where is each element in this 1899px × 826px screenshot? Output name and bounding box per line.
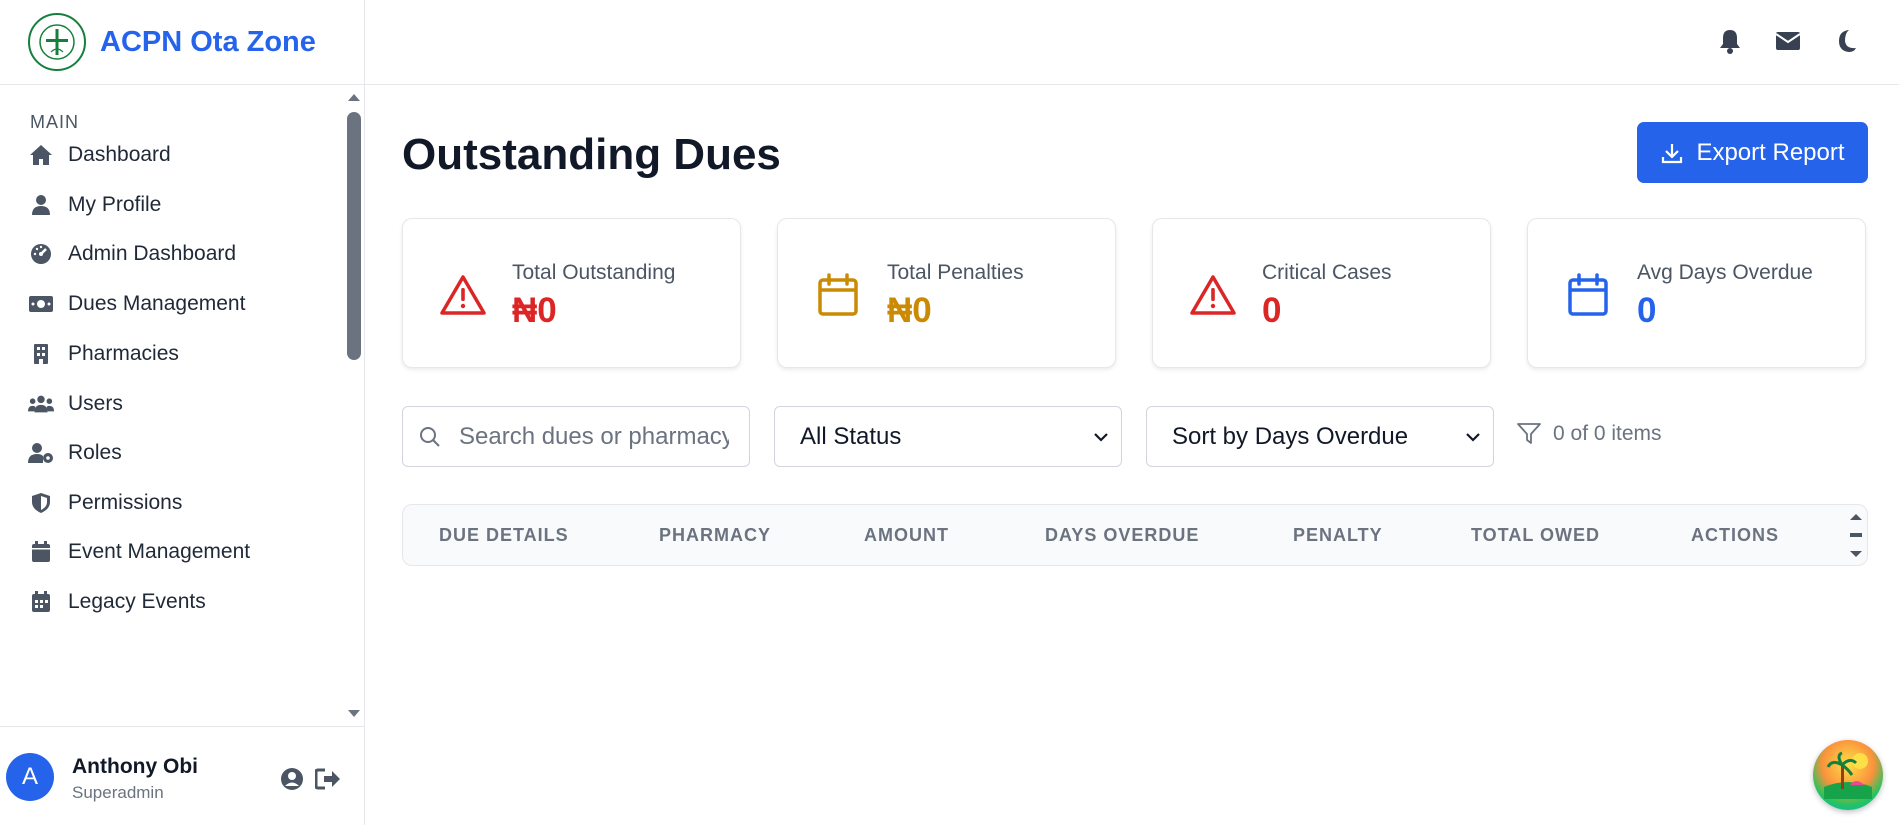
table-scrollbar[interactable] — [1846, 511, 1866, 561]
beach-widget-icon[interactable] — [1813, 740, 1883, 810]
gauge-icon — [28, 241, 54, 267]
sidebar-item-label: Dashboard — [68, 143, 171, 166]
money-bill-icon — [28, 291, 54, 317]
warning-icon — [439, 271, 487, 319]
sidebar-scroll-thumb[interactable] — [347, 112, 361, 360]
stat-label: Total Penalties — [887, 261, 1024, 284]
stat-card-avg-days-overdue: Avg Days Overdue 0 — [1527, 218, 1866, 368]
sidebar-item-label: Users — [68, 392, 123, 415]
sidebar-item-label: Permissions — [68, 491, 183, 514]
calendar-days-icon — [28, 589, 54, 615]
sidebar-item-label: Pharmacies — [68, 342, 179, 365]
sidebar: ACPN Ota Zone MAIN Dashboard My Profile … — [0, 0, 365, 825]
sidebar-item-roles[interactable]: Roles — [28, 433, 122, 473]
brand-name[interactable]: ACPN Ota Zone — [100, 26, 316, 59]
sidebar-nav: MAIN Dashboard My Profile Admin Dashboar… — [0, 86, 345, 726]
page-title: Outstanding Dues — [402, 130, 781, 179]
nav-section-label: MAIN — [30, 112, 79, 132]
user-icon — [28, 192, 54, 218]
stat-card-total-penalties: Total Penalties ₦0 — [777, 218, 1116, 368]
sort-value: Sort by Days Overdue — [1172, 422, 1409, 450]
column-header[interactable]: TOTAL OWED — [1471, 525, 1600, 546]
sidebar-item-label: Dues Management — [68, 292, 246, 315]
sidebar-item-dues-management[interactable]: Dues Management — [28, 284, 245, 324]
user-name: Anthony Obi — [72, 755, 198, 778]
calendar-icon — [1564, 271, 1612, 319]
stat-card-total-outstanding: Total Outstanding ₦0 — [402, 218, 741, 368]
stat-label: Avg Days Overdue — [1637, 261, 1813, 284]
stat-card-critical-cases: Critical Cases 0 — [1152, 218, 1491, 368]
sidebar-item-label: Legacy Events — [68, 590, 206, 613]
profile-circle-icon[interactable] — [278, 765, 306, 793]
search-box — [402, 406, 750, 467]
status-filter-value: All Status — [800, 422, 902, 450]
column-header[interactable]: PHARMACY — [659, 525, 771, 546]
avatar[interactable]: A — [6, 753, 54, 801]
shield-icon — [28, 490, 54, 516]
stat-value: ₦0 — [512, 291, 557, 330]
building-icon — [28, 341, 54, 367]
sidebar-item-admin-dashboard[interactable]: Admin Dashboard — [28, 234, 236, 274]
item-count: 0 of 0 items — [1517, 422, 1662, 446]
dues-table-header: DUE DETAILS PHARMACY AMOUNT DAYS OVERDUE… — [402, 504, 1868, 566]
search-input[interactable] — [457, 421, 731, 452]
user-panel: A Anthony Obi Superadmin — [0, 726, 364, 826]
search-icon — [419, 426, 441, 448]
brand-logo[interactable] — [28, 13, 86, 71]
user-role: Superadmin — [72, 783, 164, 802]
stat-label: Total Outstanding — [512, 261, 676, 284]
sidebar-item-label: Event Management — [68, 540, 251, 563]
item-count-text: 0 of 0 items — [1553, 422, 1662, 445]
user-gear-icon — [28, 440, 54, 466]
stat-value: 0 — [1262, 291, 1282, 330]
sidebar-item-legacy-events[interactable]: Legacy Events — [28, 582, 206, 622]
sidebar-item-label: My Profile — [68, 193, 162, 216]
chevron-down-icon — [1094, 432, 1108, 442]
main-content: Outstanding Dues Export Report Total Out… — [365, 86, 1899, 825]
sidebar-item-label: Admin Dashboard — [68, 242, 237, 265]
sidebar-item-users[interactable]: Users — [28, 384, 123, 424]
filter-icon — [1517, 423, 1541, 445]
scroll-down-arrow-icon[interactable] — [346, 709, 362, 719]
scroll-up-arrow-icon[interactable] — [346, 92, 362, 102]
chevron-down-icon — [1466, 432, 1480, 442]
home-icon — [28, 142, 54, 168]
users-icon — [28, 391, 54, 417]
export-report-button[interactable]: Export Report — [1637, 122, 1868, 183]
stat-value: ₦0 — [887, 291, 932, 330]
stat-value: 0 — [1637, 291, 1657, 330]
calendar-icon — [814, 271, 862, 319]
top-bar — [365, 0, 1899, 85]
column-header[interactable]: DAYS OVERDUE — [1045, 525, 1199, 546]
column-header[interactable]: AMOUNT — [864, 525, 949, 546]
export-report-label: Export Report — [1696, 138, 1845, 166]
moon-icon[interactable] — [1831, 26, 1861, 56]
sidebar-item-pharmacies[interactable]: Pharmacies — [28, 334, 179, 374]
sort-select[interactable]: Sort by Days Overdue — [1146, 406, 1494, 467]
download-icon — [1660, 141, 1684, 165]
column-header[interactable]: DUE DETAILS — [439, 525, 569, 546]
column-header[interactable]: ACTIONS — [1691, 525, 1779, 546]
status-filter-select[interactable]: All Status — [774, 406, 1122, 467]
sidebar-item-dashboard[interactable]: Dashboard — [28, 135, 171, 175]
sidebar-item-event-management[interactable]: Event Management — [28, 532, 250, 572]
sidebar-item-permissions[interactable]: Permissions — [28, 483, 182, 523]
brand-header: ACPN Ota Zone — [0, 0, 364, 85]
warning-icon — [1189, 271, 1237, 319]
stat-label: Critical Cases — [1262, 261, 1392, 284]
sidebar-item-label: Roles — [68, 441, 122, 464]
bell-icon[interactable] — [1715, 26, 1745, 56]
logout-icon[interactable] — [314, 765, 342, 793]
column-header[interactable]: PENALTY — [1293, 525, 1383, 546]
sidebar-item-my-profile[interactable]: My Profile — [28, 185, 161, 225]
envelope-icon[interactable] — [1773, 26, 1803, 56]
calendar-icon — [28, 539, 54, 565]
